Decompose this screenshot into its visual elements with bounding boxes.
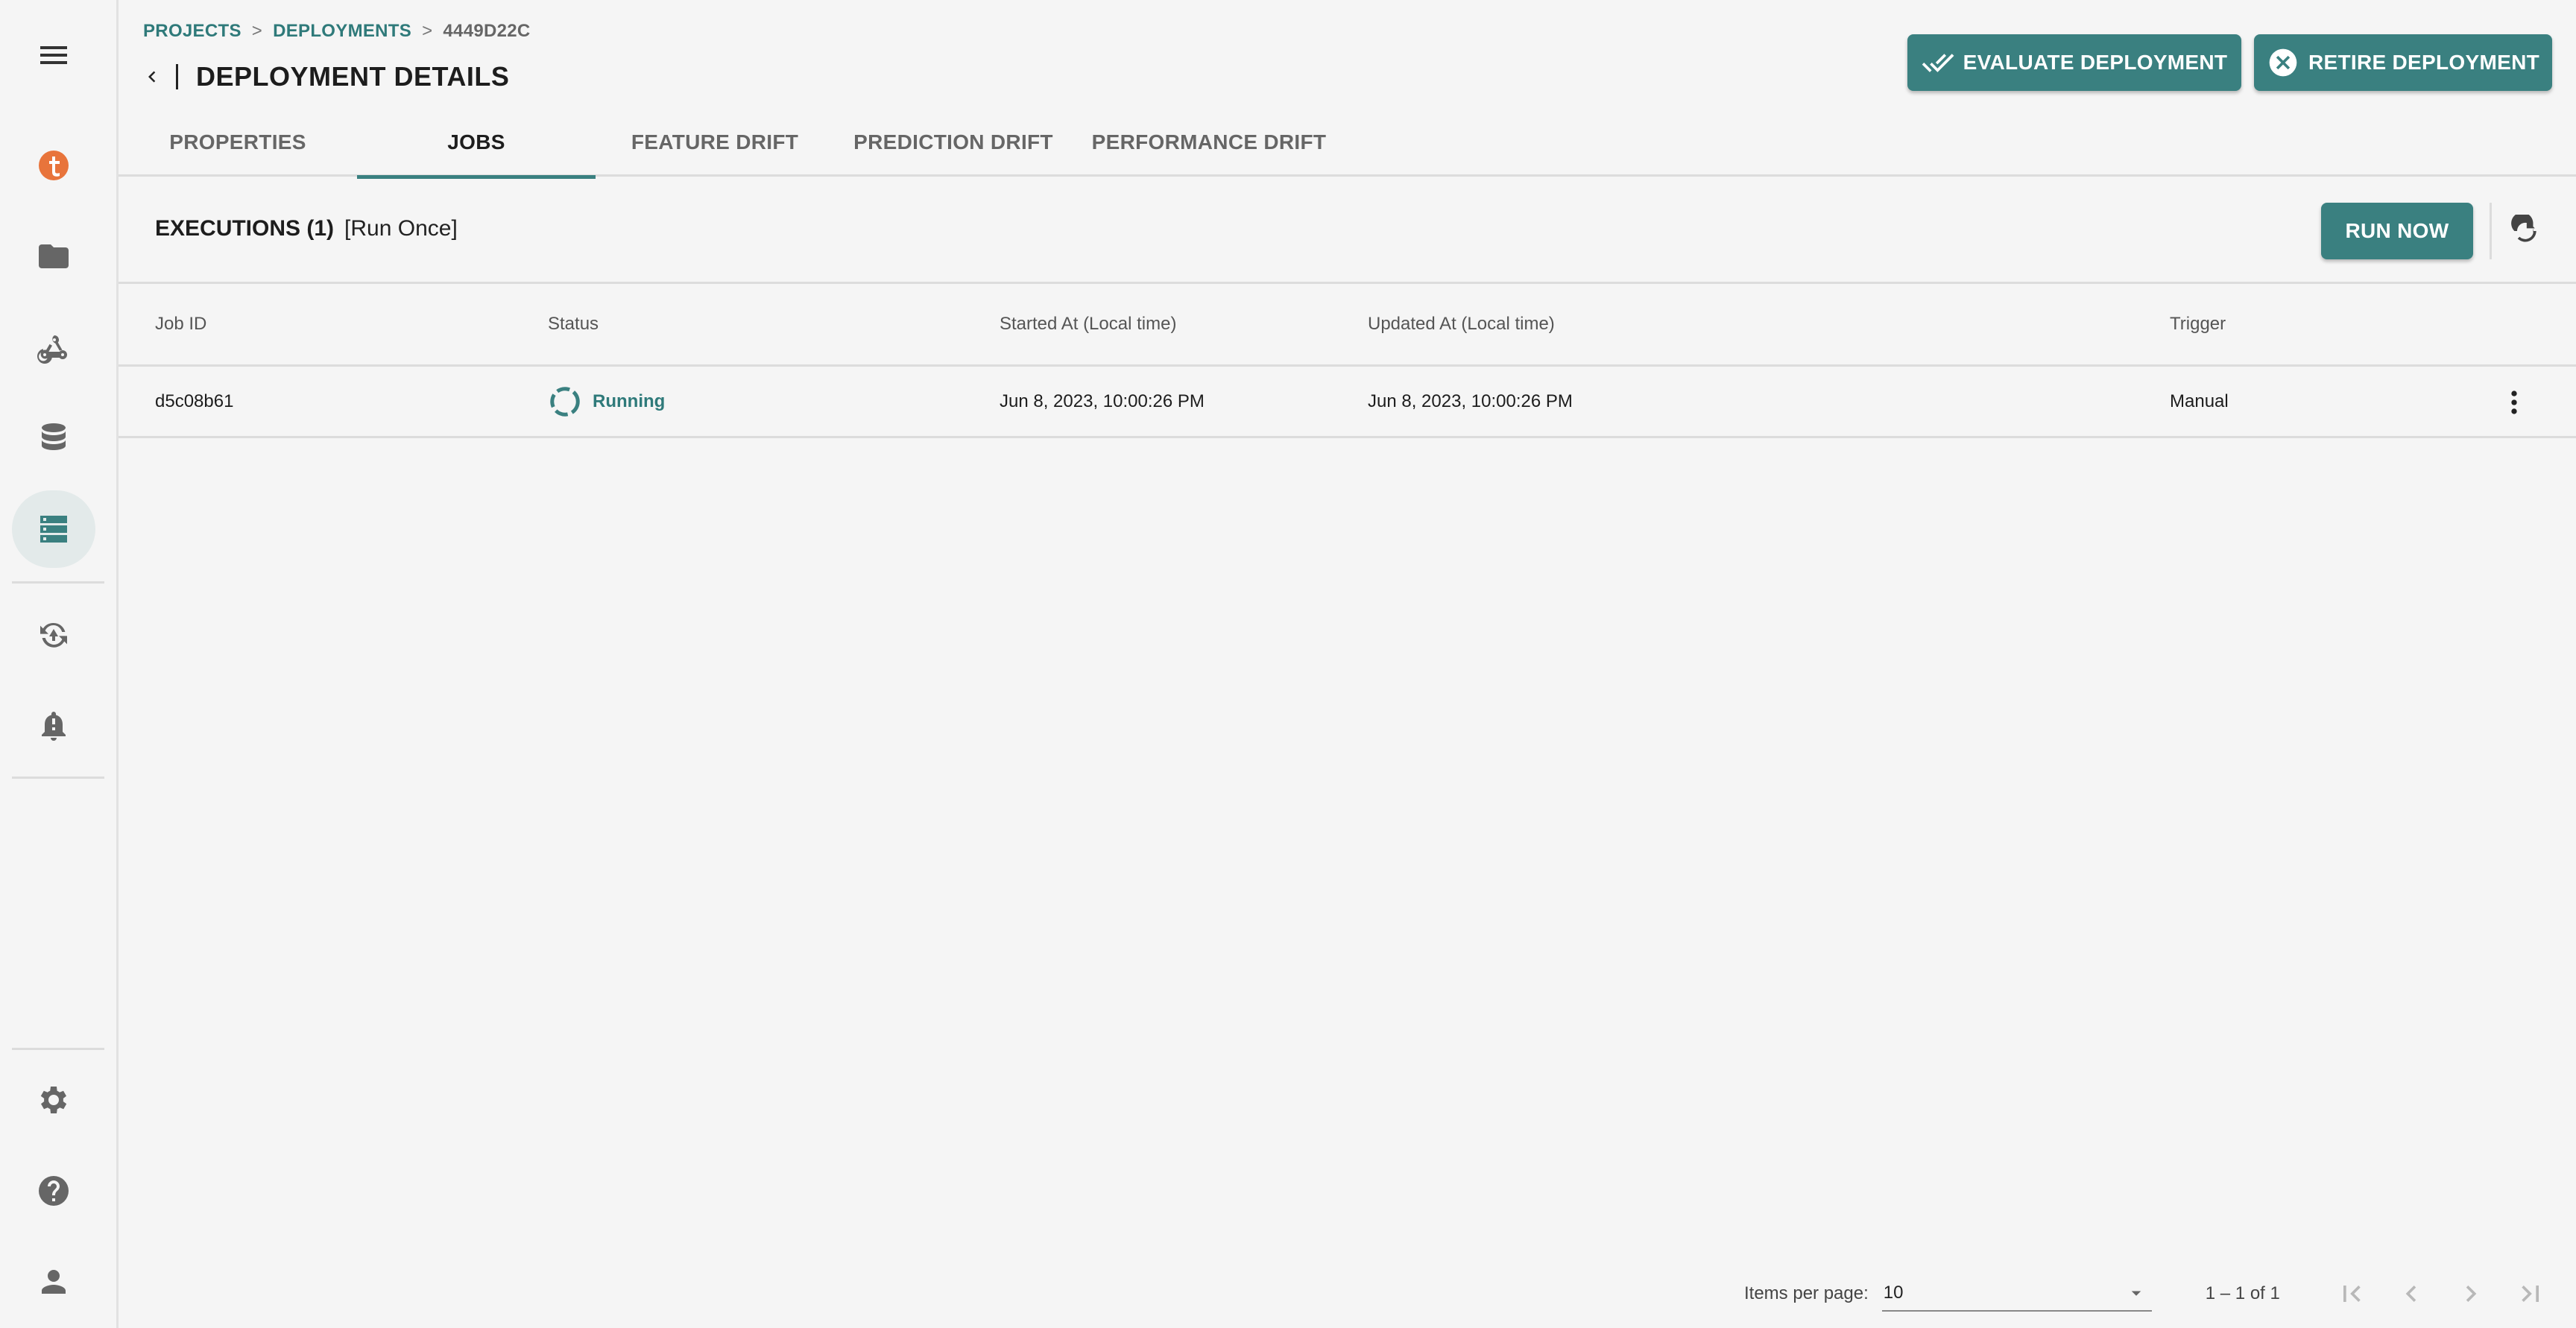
folder-icon <box>39 244 69 268</box>
alerts-icon <box>42 712 66 741</box>
sidebar-item-deployments[interactable] <box>12 490 95 568</box>
menu-icon <box>40 46 67 64</box>
column-header-updated-at[interactable]: Updated At (Local time) <box>1368 284 1555 364</box>
tab-jobs[interactable]: JOBS <box>357 108 596 179</box>
first-page-button[interactable] <box>2332 1274 2371 1313</box>
executions-header: EXECUTIONS (1) [Run Once] <box>155 216 458 241</box>
breadcrumb-deployments[interactable]: DEPLOYMENTS <box>273 21 411 42</box>
more-vert-icon <box>2511 391 2517 414</box>
sidebar-item-home[interactable] <box>12 127 95 204</box>
deployments-icon <box>40 516 67 543</box>
last-page-button[interactable] <box>2511 1274 2550 1313</box>
sidebar <box>0 0 119 1328</box>
status-cell: Running <box>548 367 665 436</box>
account-icon <box>42 1270 66 1294</box>
sidebar-item-account[interactable] <box>12 1243 95 1321</box>
logo-icon <box>39 151 69 180</box>
first-page-icon <box>2343 1286 2361 1302</box>
page-title: DEPLOYMENT DETAILS <box>196 61 510 92</box>
evaluate-deployment-label: EVALUATE DEPLOYMENT <box>1963 51 2228 74</box>
items-per-page-label: Items per page: <box>1744 1283 1869 1303</box>
table-header: Job ID Status Started At (Local time) Up… <box>119 282 2576 367</box>
breadcrumb: PROJECTS > DEPLOYMENTS > 4449D22C <box>143 21 531 42</box>
executions-title: EXECUTIONS (1) <box>155 216 335 241</box>
chevron-left-icon <box>2405 1286 2416 1302</box>
column-header-job-id[interactable]: Job ID <box>155 284 206 364</box>
last-page-icon <box>2522 1286 2539 1302</box>
retire-deployment-label: RETIRE DEPLOYMENT <box>2308 51 2539 74</box>
page-range: 1 – 1 of 1 <box>2205 1283 2280 1303</box>
tab-properties[interactable]: PROPERTIES <box>119 108 357 177</box>
evaluate-deployment-button[interactable]: EVALUATE DEPLOYMENT <box>1907 34 2241 91</box>
sidebar-item-alerts[interactable] <box>12 687 95 765</box>
previous-page-button[interactable] <box>2392 1274 2431 1313</box>
settings-icon <box>40 1087 67 1113</box>
executions-mode: [Run Once] <box>344 216 458 241</box>
started-at-cell: Jun 8, 2023, 10:00:26 PM <box>1000 391 1205 411</box>
back-button[interactable] <box>139 59 165 95</box>
sidebar-item-pipelines[interactable] <box>12 309 95 386</box>
items-per-page-value: 10 <box>1883 1283 1904 1303</box>
job-id-cell: d5c08b61 <box>155 391 234 411</box>
sidebar-divider <box>12 581 104 584</box>
breadcrumb-projects[interactable]: PROJECTS <box>143 21 242 42</box>
tab-prediction-drift[interactable]: PREDICTION DRIFT <box>834 108 1073 177</box>
breadcrumb-separator: > <box>251 21 263 41</box>
column-header-status[interactable]: Status <box>548 284 599 364</box>
table-row[interactable]: d5c08b61 Running Jun 8, 2023, 10:00:26 P… <box>119 367 2576 438</box>
webhook-icon <box>37 335 67 364</box>
database-icon <box>42 423 66 450</box>
title-row: DEPLOYMENT DETAILS <box>139 55 509 98</box>
breadcrumb-separator: > <box>422 21 433 41</box>
tab-bar: PROPERTIES JOBS FEATURE DRIFT PREDICTION… <box>119 108 2576 179</box>
monitoring-icon <box>40 622 67 648</box>
sidebar-item-help[interactable] <box>12 1152 95 1230</box>
sidebar-item-monitoring[interactable] <box>12 596 95 674</box>
run-now-button[interactable]: RUN NOW <box>2321 203 2473 259</box>
sidebar-item-projects[interactable] <box>12 218 95 295</box>
chevron-left-icon <box>148 71 156 83</box>
double-check-icon <box>1922 54 1954 72</box>
tab-performance-drift[interactable]: PERFORMANCE DRIFT <box>1073 108 1345 177</box>
jobs-table: Job ID Status Started At (Local time) Up… <box>119 282 2576 438</box>
help-icon <box>39 1176 69 1206</box>
items-per-page-select[interactable]: 10 <box>1881 1276 2152 1312</box>
sidebar-divider <box>12 1048 104 1050</box>
next-page-button[interactable] <box>2452 1274 2490 1313</box>
trigger-cell: Manual <box>2170 391 2229 411</box>
spinner-icon <box>550 386 580 417</box>
menu-button[interactable] <box>12 16 95 94</box>
updated-at-cell: Jun 8, 2023, 10:00:26 PM <box>1368 391 1573 411</box>
paginator: Items per page: 10 1 – 1 of 1 <box>1744 1273 2550 1315</box>
sidebar-divider <box>12 777 104 779</box>
column-header-trigger[interactable]: Trigger <box>2170 284 2226 364</box>
refresh-icon <box>2511 215 2536 242</box>
breadcrumb-current: 4449D22C <box>443 21 531 41</box>
column-header-started-at[interactable]: Started At (Local time) <box>1000 284 1176 364</box>
refresh-button[interactable] <box>2506 212 2545 250</box>
dropdown-arrow-icon <box>2131 1291 2141 1296</box>
row-actions-button[interactable] <box>2495 383 2534 422</box>
title-divider <box>176 64 178 89</box>
chevron-right-icon <box>2466 1286 2477 1302</box>
sidebar-item-settings[interactable] <box>12 1061 95 1139</box>
status-badge: Running <box>593 391 666 411</box>
cancel-circle-icon <box>2269 48 2297 77</box>
sidebar-item-data[interactable] <box>12 399 95 477</box>
tab-feature-drift[interactable]: FEATURE DRIFT <box>596 108 834 177</box>
toolbar-divider <box>2490 203 2492 259</box>
retire-deployment-button[interactable]: RETIRE DEPLOYMENT <box>2254 34 2552 91</box>
